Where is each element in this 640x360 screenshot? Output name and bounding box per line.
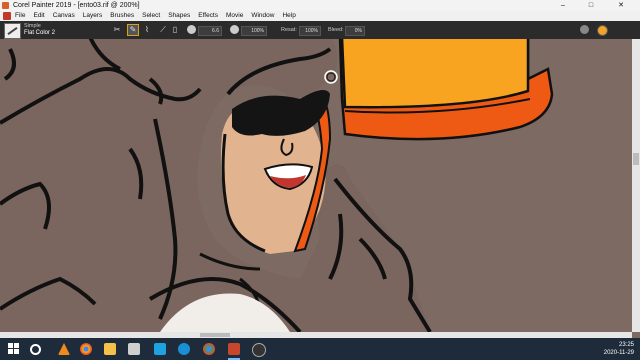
chrome-2-icon[interactable]: [203, 343, 215, 355]
painter-taskbar-icon[interactable]: [228, 343, 240, 355]
color-swatch-icon[interactable]: [597, 25, 608, 36]
menu-brushes[interactable]: Brushes: [110, 12, 134, 20]
straight-line-icon[interactable]: ⌇: [142, 25, 152, 35]
gear-dial-icon[interactable]: [580, 25, 589, 34]
menu-window[interactable]: Window: [251, 12, 274, 20]
menu-file[interactable]: File: [15, 12, 25, 20]
title-bar: Corel Painter 2019 - [ento03.rif @ 200%]…: [0, 0, 640, 11]
vertical-scrollbar[interactable]: [632, 39, 640, 332]
brush-category: Simple: [24, 23, 41, 29]
freehand-stroke-icon[interactable]: ✎: [127, 24, 139, 36]
vlc-icon[interactable]: [58, 343, 70, 355]
maximize-button[interactable]: □: [580, 0, 602, 11]
menu-shapes[interactable]: Shapes: [168, 12, 190, 20]
horizontal-scroll-thumb[interactable]: [200, 333, 230, 337]
minimize-button[interactable]: –: [552, 0, 574, 11]
size-dial-icon[interactable]: [187, 25, 196, 34]
menu-bar: File Edit Canvas Layers Brushes Select S…: [0, 11, 640, 21]
brush-tip-icon[interactable]: ⟋: [158, 25, 168, 35]
file-explorer-icon[interactable]: [104, 343, 116, 355]
system-clock[interactable]: 23:25 2020-11-29: [604, 341, 634, 357]
menu-layers[interactable]: Layers: [83, 12, 103, 20]
chrome-icon[interactable]: [80, 343, 92, 355]
menu-select[interactable]: Select: [142, 12, 160, 20]
window-title: Corel Painter 2019 - [ento03.rif @ 200%]: [13, 2, 140, 9]
brush-variant: Flat Color 2: [24, 30, 56, 36]
menu-canvas[interactable]: Canvas: [53, 12, 75, 20]
taskbar: 23:25 2020-11-29: [0, 338, 640, 360]
search-icon[interactable]: [30, 344, 41, 355]
menu-movie[interactable]: Movie: [226, 12, 243, 20]
bleed-input[interactable]: 0%: [345, 26, 365, 36]
drawing-canvas[interactable]: [0, 39, 632, 332]
obs-icon[interactable]: [252, 343, 266, 357]
close-button[interactable]: ✕: [610, 0, 632, 11]
resat-input[interactable]: 100%: [299, 26, 321, 36]
menu-help[interactable]: Help: [282, 12, 295, 20]
opacity-input[interactable]: 100%: [241, 26, 267, 36]
painter-logo-icon: [3, 12, 11, 20]
vertical-scroll-thumb[interactable]: [633, 153, 639, 165]
media-app-icon[interactable]: [128, 343, 140, 355]
stroke-type-icon[interactable]: ▯: [170, 25, 180, 35]
clock-time: 23:25: [618, 342, 634, 348]
menu-effects[interactable]: Effects: [198, 12, 218, 20]
windows-start-icon[interactable]: [8, 343, 19, 354]
menu-edit[interactable]: Edit: [33, 12, 44, 20]
property-bar: Simple Flat Color 2 ✂ ✎ ⌇ ⟋ ▯ 6.6 100% R…: [0, 21, 640, 39]
resat-label: Resat:: [281, 27, 297, 33]
reset-tool-icon[interactable]: ✂: [112, 25, 122, 35]
clock-date: 2020-11-29: [603, 350, 634, 356]
size-input[interactable]: 6.6: [198, 26, 222, 36]
edge-icon[interactable]: [178, 343, 190, 355]
opacity-dial-icon[interactable]: [230, 25, 239, 34]
painter-app-icon: [2, 2, 9, 9]
bleed-label: Bleed:: [328, 27, 344, 33]
artwork: [0, 39, 632, 332]
brush-selector-icon[interactable]: [4, 23, 21, 39]
display-app-icon[interactable]: [154, 343, 166, 355]
